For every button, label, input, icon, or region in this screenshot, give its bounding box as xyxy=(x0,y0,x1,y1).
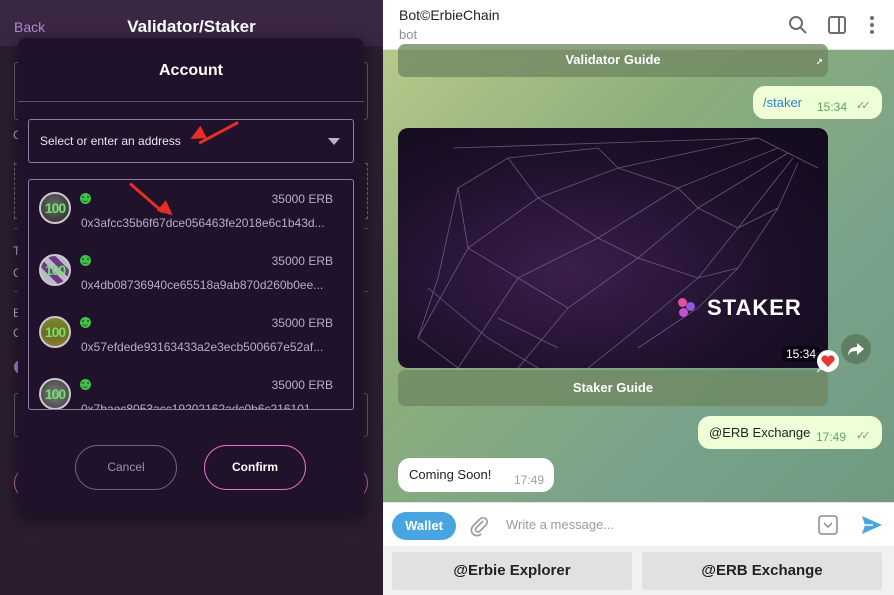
page-title: Validator/Staker xyxy=(127,17,256,36)
message-composer: Wallet Write a message... xyxy=(383,502,894,546)
account-address: 0x4db08736940ce65518a9ab870d260b0ee... xyxy=(81,278,324,292)
message-time: 17:49 xyxy=(514,473,545,487)
smiley-icon xyxy=(80,255,91,266)
chevron-down-icon[interactable] xyxy=(328,138,340,145)
keyboard-toggle-icon[interactable] xyxy=(817,514,839,536)
staker-guide-label: Staker Guide xyxy=(572,380,654,395)
account-item[interactable]: 100 35000 ERB 0x57efdede93163433a2e3ecb5… xyxy=(29,304,347,366)
staker-media-message[interactable]: STAKER 15:34 xyxy=(398,128,828,368)
share-arrow-icon xyxy=(848,343,864,356)
search-icon[interactable] xyxy=(785,12,811,38)
message-time: 15:34 xyxy=(817,100,848,114)
modal-title: Account xyxy=(159,62,223,79)
avatar: 100 xyxy=(39,192,71,224)
keyboard-button-erb-exchange[interactable]: @ERB Exchange xyxy=(642,552,882,590)
wireframe-graphic xyxy=(417,137,819,368)
validator-guide-label: Validator Guide xyxy=(565,52,661,67)
account-list[interactable]: 100 35000 ERB 0x3afcc35b6f67dce056463fe2… xyxy=(28,179,354,410)
read-check-icon: ✓✓ xyxy=(856,430,871,442)
account-modal: Account Select or enter an address 100 3… xyxy=(18,38,364,515)
account-address: 0x7baec8053acc19202162adc0b6c216101 xyxy=(81,402,311,410)
message-text: /staker xyxy=(763,95,803,110)
chat-panel: Bot©ErbieChain bot Validator Guide ↗ /st… xyxy=(383,0,894,595)
more-vertical-icon[interactable] xyxy=(859,12,885,38)
staker-logo-icon xyxy=(679,308,688,317)
smiley-icon xyxy=(80,317,91,328)
attach-icon[interactable] xyxy=(468,515,490,537)
chat-subtitle: bot xyxy=(399,27,418,42)
account-item[interactable]: 100 35000 ERB 0x7baec8053acc19202162adc0… xyxy=(29,366,347,410)
message-time: 17:49 xyxy=(816,430,847,444)
account-amount: 35000 ERB xyxy=(271,192,333,206)
modal-divider xyxy=(18,101,364,102)
read-check-icon: ✓✓ xyxy=(856,100,871,112)
reply-keyboard: @Erbie Explorer @ERB Exchange xyxy=(383,546,894,595)
share-button[interactable] xyxy=(841,334,871,364)
wallet-button[interactable]: Wallet xyxy=(392,512,456,540)
external-link-icon: ↗ xyxy=(815,365,823,375)
sidebar-toggle-icon[interactable] xyxy=(824,12,850,38)
account-item[interactable]: 100 35000 ERB 0x4db08736940ce65518a9ab87… xyxy=(29,242,347,304)
message-outgoing[interactable]: /staker 15:34 ✓✓ xyxy=(753,86,882,119)
message-outgoing[interactable]: @ERB Exchange 17:49 ✓✓ xyxy=(698,416,882,449)
avatar: 100 xyxy=(39,378,71,409)
external-link-icon: ↗ xyxy=(815,57,823,67)
staker-logo-text: STAKER xyxy=(707,295,802,320)
avatar: 100 xyxy=(39,316,71,348)
keyboard-button-erbie-explorer[interactable]: @Erbie Explorer xyxy=(392,552,632,590)
chat-title[interactable]: Bot©ErbieChain xyxy=(399,7,500,23)
validator-guide-button[interactable]: Validator Guide ↗ xyxy=(398,44,828,77)
smiley-icon xyxy=(80,193,91,204)
account-address: 0x57efdede93163433a2e3ecb500667e52af... xyxy=(81,340,324,354)
account-amount: 35000 ERB xyxy=(271,378,333,392)
message-text: @ERB Exchange xyxy=(709,425,811,440)
cancel-button[interactable]: Cancel xyxy=(75,445,177,490)
smiley-icon xyxy=(80,379,91,390)
account-amount: 35000 ERB xyxy=(271,254,333,268)
message-incoming[interactable]: Coming Soon! 17:49 xyxy=(398,458,554,492)
send-icon[interactable] xyxy=(859,512,885,538)
confirm-button[interactable]: Confirm xyxy=(204,445,306,490)
chat-header: Bot©ErbieChain bot xyxy=(383,0,894,50)
account-item[interactable]: 100 35000 ERB 0x3afcc35b6f67dce056463fe2… xyxy=(29,180,347,242)
account-amount: 35000 ERB xyxy=(271,316,333,330)
avatar: 100 xyxy=(39,254,71,286)
staker-guide-button[interactable]: Staker Guide ↗ xyxy=(398,365,828,406)
address-select-placeholder: Select or enter an address xyxy=(40,134,181,148)
message-input[interactable]: Write a message... xyxy=(506,517,614,532)
message-text: Coming Soon! xyxy=(409,467,492,482)
account-address: 0x3afcc35b6f67dce056463fe2018e6c1b43d... xyxy=(81,216,325,230)
mini-app-panel: Back Validator/Staker C T C E C Account … xyxy=(0,0,383,595)
